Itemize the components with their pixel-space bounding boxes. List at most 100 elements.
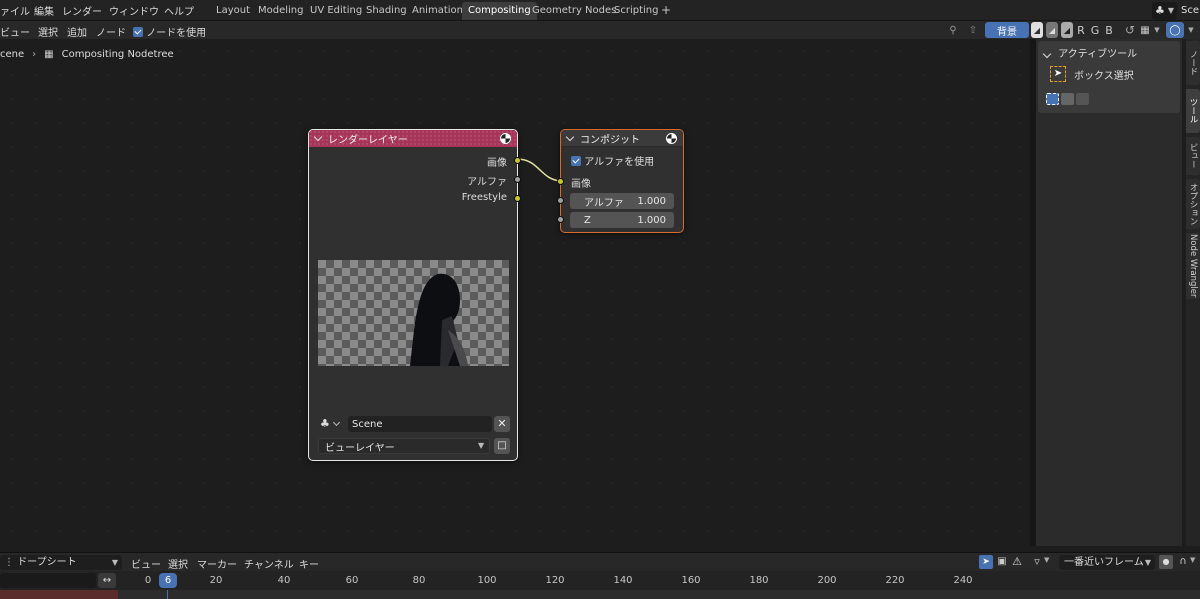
menu-edit[interactable]: 編集 [34, 3, 54, 18]
dope-menu-key[interactable]: キー [299, 556, 319, 571]
composite-title: コンポジット [580, 134, 640, 146]
gizmo-icon[interactable]: ↺ [1123, 22, 1137, 38]
channel-search-field[interactable] [0, 573, 96, 588]
scene-selector[interactable]: ♣ ▼ Sce [1151, 0, 1200, 21]
cursor-select-icon: ➤ [1050, 66, 1066, 82]
timeline-ruler[interactable]: ↔ 0 6 20 40 60 80 100 120 140 160 180 20… [0, 571, 1200, 590]
menu-render[interactable]: レンダー [62, 3, 102, 18]
channel-rgb-icon[interactable]: ◢ [1046, 22, 1058, 38]
composite-node-header[interactable]: コンポジット [561, 130, 683, 147]
tab-animation[interactable]: Animation [406, 2, 469, 20]
menu-file[interactable]: ァイル [0, 3, 30, 18]
warning-icon[interactable]: ⚠ [1010, 555, 1024, 569]
collapse-chevron-icon [1042, 49, 1052, 59]
render-layers-title: レンダーレイヤー [328, 135, 408, 146]
chevron-down-icon[interactable]: ▼ [1190, 556, 1195, 564]
channel-g-button[interactable]: G [1089, 22, 1101, 38]
snap-mode-dropdown[interactable]: 一番近いフレーム ▼ [1059, 555, 1155, 570]
node-editor-canvas[interactable]: cene › ▦ Compositing Nodetree レンダーレイヤー 画… [0, 39, 1030, 546]
chevron-down-icon[interactable]: ▼ [1186, 22, 1196, 38]
tab-node-wrangler[interactable]: Node Wrangler [1186, 233, 1200, 299]
overlays-icon[interactable]: ◯ [1166, 22, 1184, 38]
tab-uv-editing[interactable]: UV Editing [304, 2, 368, 20]
input-image-socket[interactable] [557, 178, 564, 185]
overlay-snap-icon[interactable]: ▦ [1139, 22, 1151, 38]
tab-node[interactable]: ノード [1186, 41, 1200, 85]
select-new-icon[interactable] [1046, 93, 1059, 105]
tab-options[interactable]: オプション [1186, 179, 1200, 229]
resize-arrows-icon[interactable]: ↔ [98, 573, 116, 588]
menu-view[interactable]: ビュー [0, 24, 30, 39]
tab-tool[interactable]: ツール [1186, 89, 1200, 133]
summary-channel-row[interactable] [0, 590, 118, 599]
alpha-value-field[interactable]: アルファ 1.000 [570, 193, 674, 209]
channel-b-button[interactable]: B [1103, 22, 1115, 38]
editor-mode-dropdown[interactable]: ⋮ ドープシート ▼ [0, 555, 122, 570]
breadcrumb: cene › ▦ Compositing Nodetree [0, 49, 174, 60]
select-extend-icon[interactable] [1061, 93, 1074, 105]
dope-menu-select[interactable]: 選択 [168, 556, 188, 571]
channel-alpha-icon[interactable]: ◢ [1061, 22, 1073, 38]
tab-view[interactable]: ビュー [1186, 137, 1200, 175]
close-icon[interactable]: ✕ [494, 416, 510, 432]
chevron-down-icon[interactable]: ▼ [1152, 22, 1162, 38]
output-image-socket[interactable] [514, 157, 521, 164]
frame-tick: 40 [277, 575, 291, 586]
menu-node[interactable]: ノード [96, 24, 126, 39]
box-select-label: ボックス選択 [1074, 70, 1134, 82]
select-tool-icon[interactable]: ➤ [979, 555, 993, 569]
frame-tick: 180 [749, 575, 769, 586]
dopesheet-channels-area[interactable] [0, 590, 1200, 599]
use-nodes-toggle[interactable]: ノードを使用 [133, 24, 206, 39]
input-alpha-socket[interactable] [557, 197, 564, 204]
output-alpha-socket[interactable] [514, 176, 521, 183]
snap-mode-label: 一番近いフレーム [1064, 557, 1144, 568]
folder-icon[interactable]: □ [494, 438, 510, 454]
current-frame-indicator[interactable]: 6 [159, 573, 177, 588]
menu-add[interactable]: 追加 [67, 24, 87, 39]
pin-icon[interactable]: ⚲ [946, 22, 960, 38]
render-layers-node-header[interactable]: レンダーレイヤー [309, 130, 517, 147]
output-freestyle-socket[interactable] [514, 195, 521, 202]
view-layer-field[interactable]: ビューレイヤー ▼ □ [318, 438, 510, 455]
render-sphere-icon [666, 133, 677, 144]
proportional-edit-icon[interactable]: ● [1159, 555, 1173, 569]
scene-data-icon[interactable]: ♣ [320, 417, 340, 430]
tab-shading[interactable]: Shading [360, 2, 413, 20]
scene-field[interactable]: ♣ Scene ✕ [318, 416, 510, 433]
render-preview [318, 260, 509, 366]
collapse-chevron-icon[interactable] [565, 132, 575, 141]
menu-help[interactable]: ヘルプ [164, 3, 194, 18]
tab-modeling[interactable]: Modeling [252, 2, 310, 20]
menu-window[interactable]: ウィンドウ [109, 3, 159, 18]
parent-tree-icon[interactable]: ⇧ [966, 22, 980, 38]
menu-select[interactable]: 選択 [38, 24, 58, 39]
dope-menu-view[interactable]: ビュー [131, 556, 161, 571]
select-subtract-icon[interactable] [1076, 93, 1089, 105]
box-select-icon[interactable]: ▣ [995, 555, 1009, 569]
filter-icon[interactable]: ▿ [1030, 555, 1044, 569]
channel-rgb-alpha-icon[interactable]: ◢ [1031, 22, 1043, 38]
tab-layout[interactable]: Layout [210, 2, 256, 20]
input-z-socket[interactable] [557, 216, 564, 223]
composite-node[interactable]: コンポジット アルファを使用 画像 アルファ 1.000 Z 1.000 [557, 129, 684, 233]
render-layers-node[interactable]: レンダーレイヤー 画像 アルファ Freestyle ♣ Scene ✕ ビュー… [308, 129, 521, 461]
box-select-tool[interactable]: ➤ ボックス選択 [1050, 66, 1134, 82]
backdrop-toggle[interactable]: 背景 [985, 22, 1029, 38]
falloff-curve-icon[interactable]: ∩ [1176, 555, 1190, 569]
scene-name-field[interactable]: Scene [348, 416, 492, 432]
breadcrumb-tree: Compositing Nodetree [61, 49, 174, 60]
chevron-down-icon[interactable]: ▼ [1044, 556, 1049, 564]
view-layer-dropdown[interactable]: ビューレイヤー [318, 438, 490, 454]
active-tool-panel-header[interactable]: アクティブツール [1042, 45, 1137, 60]
add-workspace-button[interactable]: + [655, 1, 677, 19]
channel-r-button[interactable]: R [1075, 22, 1087, 38]
dope-menu-channel[interactable]: チャンネル [244, 556, 294, 571]
dope-menu-marker[interactable]: マーカー [197, 556, 237, 571]
view-layer-name: ビューレイヤー [325, 442, 395, 454]
z-value-field[interactable]: Z 1.000 [570, 212, 674, 228]
frame-tick: 20 [209, 575, 223, 586]
collapse-chevron-icon[interactable] [313, 132, 323, 142]
frame-tick: 60 [345, 575, 359, 586]
use-alpha-checkbox[interactable]: アルファを使用 [571, 153, 654, 168]
